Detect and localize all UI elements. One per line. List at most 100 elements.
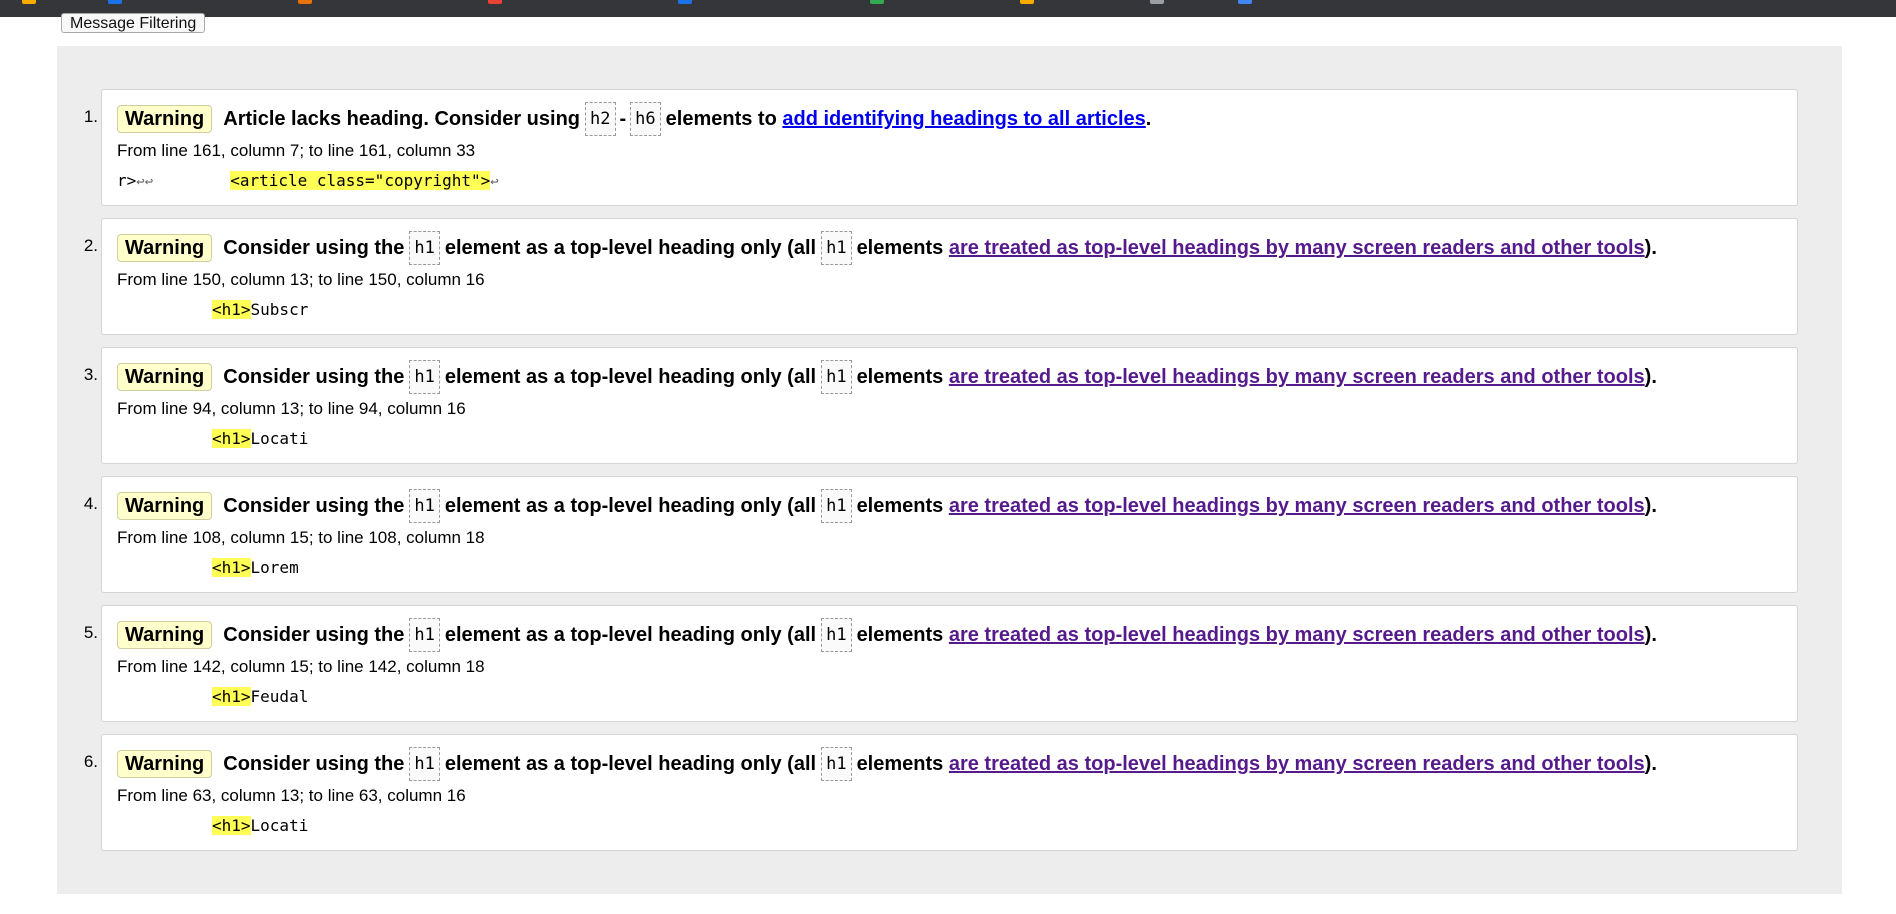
help-link[interactable]: are treated as top-level headings by man… (949, 749, 1645, 779)
message-heading: Warning Consider using the h1 element as… (117, 747, 1657, 781)
extract-text: Lorem (250, 558, 299, 577)
message-location: From line 142, column 15; to line 142, c… (117, 657, 485, 676)
bookmark-icon[interactable] (298, 0, 312, 4)
element-code: h1 (409, 618, 440, 652)
message-heading: Warning Consider using the h1 element as… (117, 489, 1657, 523)
message-text: element as a top-level heading only (all (444, 237, 817, 259)
list-item: 5. Warning Consider using the h1 element… (84, 605, 1798, 722)
message-text: Consider using the (223, 753, 405, 775)
bookmark-icon[interactable] (1020, 0, 1034, 4)
extract-text: r> (117, 171, 137, 190)
bookmark-icon[interactable] (108, 0, 122, 4)
element-code: h1 (821, 231, 852, 265)
message-text: elements (856, 495, 944, 517)
message-heading: Warning Consider using the h1 element as… (117, 231, 1657, 265)
element-code: h1 (821, 747, 852, 781)
message-text: elements (856, 624, 944, 646)
code-extract: <h1>Locati (212, 816, 308, 835)
warning-badge: Warning (117, 621, 213, 649)
message-text: elements (856, 753, 944, 775)
help-link[interactable]: are treated as top-level headings by man… (949, 233, 1645, 263)
element-code: h1 (821, 618, 852, 652)
extract-highlight: <h1> (212, 816, 251, 835)
code-extract: <h1>Subscr (212, 300, 308, 319)
warning-badge: Warning (117, 492, 213, 520)
message-punctuation: ). (1644, 495, 1657, 517)
message-text: Consider using the (223, 366, 405, 388)
bookmark-icon[interactable] (22, 0, 36, 4)
message-number: 3. (83, 365, 98, 384)
message-text: element as a top-level heading only (all (444, 624, 817, 646)
element-code: h1 (409, 360, 440, 394)
extract-highlight: <h1> (212, 558, 251, 577)
message-punctuation: ). (1644, 237, 1657, 259)
code-extract: <h1>Locati (212, 429, 308, 448)
message-text: element as a top-level heading only (all (444, 753, 817, 775)
element-code: h1 (409, 747, 440, 781)
message-filtering-button[interactable]: Message Filtering (61, 13, 206, 33)
element-code: h2 (585, 102, 616, 136)
bookmark-icon[interactable] (1150, 0, 1164, 4)
message-number: 5. (83, 623, 98, 642)
message-text: elements (856, 237, 944, 259)
bookmark-icon[interactable] (488, 0, 502, 4)
bookmark-icon[interactable] (1238, 0, 1252, 4)
help-link[interactable]: are treated as top-level headings by man… (949, 620, 1645, 650)
extract-highlight: <h1> (212, 300, 251, 319)
extract-highlight: <h1> (212, 429, 251, 448)
message-punctuation: ). (1644, 753, 1657, 775)
code-extract: r>↩↩ <article class="copyright">↩ (117, 171, 499, 190)
code-extract: <h1>Lorem (212, 558, 299, 577)
message-heading: Warning Consider using the h1 element as… (117, 360, 1657, 394)
bookmark-icon[interactable] (678, 0, 692, 4)
message-location: From line 108, column 15; to line 108, c… (117, 528, 485, 547)
bookmark-icon[interactable] (870, 0, 884, 4)
extract-text: Locati (250, 429, 309, 448)
message-number: 1. (83, 107, 98, 126)
message-heading: Warning Consider using the h1 element as… (117, 618, 1657, 652)
results-panel: 1. Warning Article lacks heading. Consid… (57, 46, 1842, 894)
message-punctuation: ). (1644, 366, 1657, 388)
message-number: 2. (83, 236, 98, 255)
extract-text: Feudal (250, 687, 309, 706)
message-list: 1. Warning Article lacks heading. Consid… (57, 89, 1842, 863)
message-text: elements to (665, 108, 777, 130)
message-text: elements (856, 366, 944, 388)
list-item: 6. Warning Consider using the h1 element… (84, 734, 1798, 851)
message-punctuation: . (1145, 108, 1152, 130)
list-item: 2. Warning Consider using the h1 element… (84, 218, 1798, 335)
message-punctuation: ). (1644, 624, 1657, 646)
message-text: Consider using the (223, 624, 405, 646)
help-link[interactable]: add identifying headings to all articles (782, 104, 1145, 134)
list-item: 4. Warning Consider using the h1 element… (84, 476, 1798, 593)
line-feed-icon: ↩↩ (136, 174, 154, 190)
warning-badge: Warning (117, 105, 213, 133)
message-text: Article lacks heading. Consider using (223, 108, 581, 130)
help-link[interactable]: are treated as top-level headings by man… (949, 491, 1645, 521)
code-extract: <h1>Feudal (212, 687, 308, 706)
message-heading: Warning Article lacks heading. Consider … (117, 102, 1151, 136)
message-location: From line 94, column 13; to line 94, col… (117, 399, 466, 418)
extract-highlight: <article class="copyright"> (230, 171, 491, 190)
extract-text: Locati (250, 816, 309, 835)
line-feed-icon: ↩ (490, 174, 499, 190)
browser-bookmarks-bar (0, 0, 1896, 17)
message-number: 4. (83, 494, 98, 513)
list-item: 3. Warning Consider using the h1 element… (84, 347, 1798, 464)
element-code: h1 (409, 231, 440, 265)
element-code: h1 (409, 489, 440, 523)
extract-text: Subscr (250, 300, 309, 319)
list-item: 1. Warning Article lacks heading. Consid… (84, 89, 1798, 206)
element-code: h1 (821, 360, 852, 394)
range-separator: - (619, 108, 627, 130)
message-text: Consider using the (223, 495, 405, 517)
help-link[interactable]: are treated as top-level headings by man… (949, 362, 1645, 392)
message-text: element as a top-level heading only (all (444, 495, 817, 517)
warning-badge: Warning (117, 363, 213, 391)
message-location: From line 150, column 13; to line 150, c… (117, 270, 485, 289)
warning-badge: Warning (117, 750, 213, 778)
extract-highlight: <h1> (212, 687, 251, 706)
warning-badge: Warning (117, 234, 213, 262)
element-code: h1 (821, 489, 852, 523)
message-location: From line 161, column 7; to line 161, co… (117, 141, 476, 160)
